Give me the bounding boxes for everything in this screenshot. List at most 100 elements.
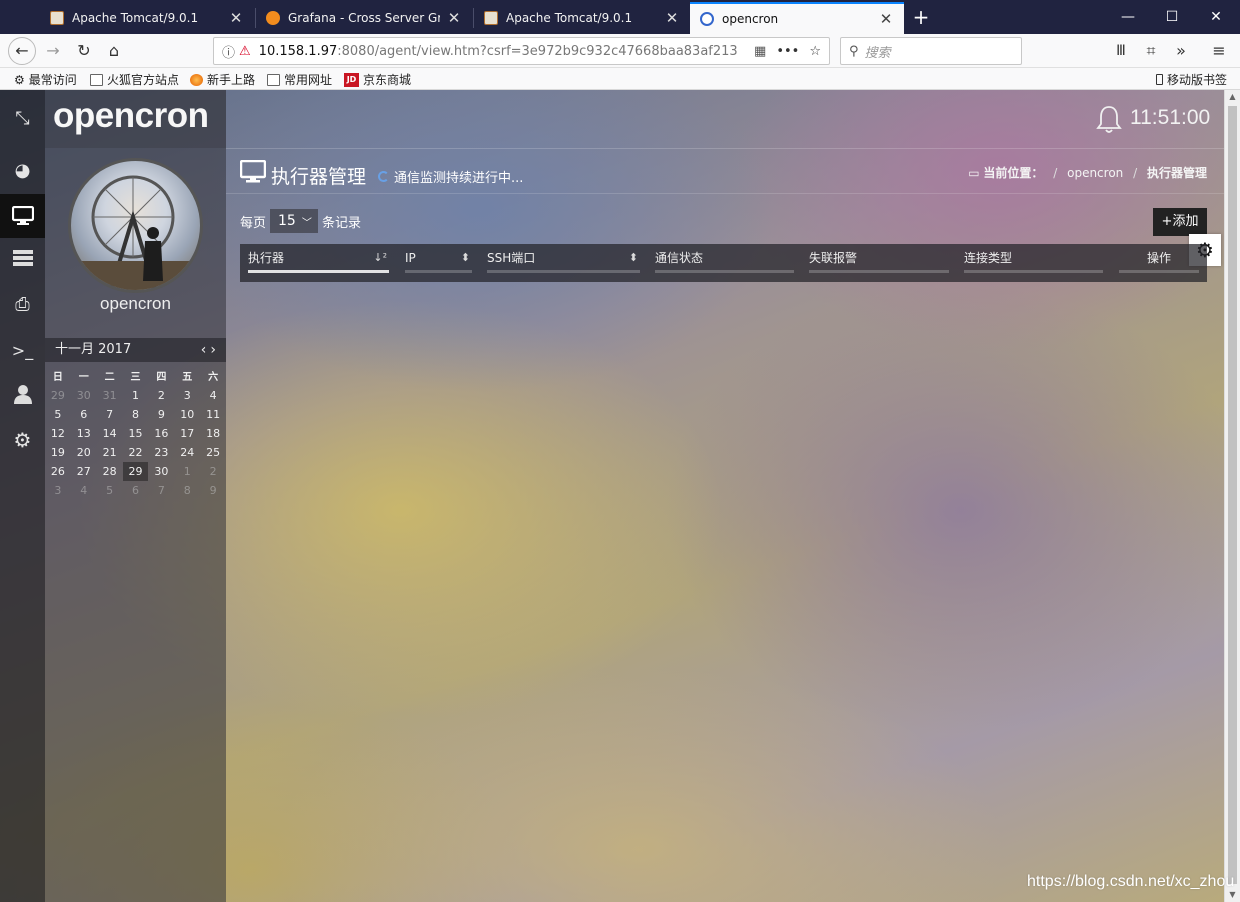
new-tab-icon[interactable]: + bbox=[908, 4, 934, 30]
bookmark-most-visited[interactable]: ⚙ 最常访问 bbox=[14, 71, 77, 88]
calendar-day-today[interactable]: 29 bbox=[122, 462, 149, 481]
screenshot-icon[interactable]: ⌗ bbox=[1138, 38, 1164, 64]
browser-tab-grafana[interactable]: Grafana - Cross Server Graph ✕ bbox=[256, 2, 472, 34]
column-lost-alarm[interactable]: 失联报警 bbox=[809, 249, 949, 273]
minimize-icon[interactable]: — bbox=[1106, 0, 1150, 34]
settings-icon[interactable]: ⚙ bbox=[0, 418, 45, 462]
close-tab-icon[interactable]: ✕ bbox=[228, 9, 244, 27]
maximize-icon[interactable]: ☐ bbox=[1150, 0, 1194, 34]
calendar-day[interactable]: 3 bbox=[174, 386, 200, 405]
calendar-day[interactable]: 8 bbox=[174, 481, 200, 500]
close-window-icon[interactable]: ✕ bbox=[1194, 0, 1238, 34]
column-ssh-port[interactable]: SSH端口 ⬍ bbox=[487, 249, 640, 273]
column-comm-status[interactable]: 通信状态 bbox=[655, 249, 794, 273]
calendar-day[interactable]: 3 bbox=[45, 481, 71, 500]
server-icon[interactable] bbox=[0, 236, 45, 280]
calendar-day[interactable]: 24 bbox=[174, 443, 200, 462]
library-icon[interactable]: Ⅲ bbox=[1108, 38, 1134, 64]
page-scrollbar[interactable]: ▲ ▼ bbox=[1224, 90, 1240, 902]
calendar-day[interactable]: 25 bbox=[200, 443, 226, 462]
calendar-day[interactable]: 1 bbox=[174, 462, 200, 481]
user-icon[interactable] bbox=[0, 372, 45, 416]
browser-tab-opencron[interactable]: opencron ✕ bbox=[690, 2, 904, 34]
bookmark-firefox-site[interactable]: 火狐官方站点 bbox=[90, 71, 179, 88]
calendar-day[interactable]: 6 bbox=[123, 481, 149, 500]
bookmark-jd[interactable]: JD 京东商城 bbox=[344, 71, 411, 88]
calendar-day[interactable]: 4 bbox=[200, 386, 226, 405]
hamburger-menu-icon[interactable]: ≡ bbox=[1206, 38, 1232, 64]
calendar-day[interactable]: 2 bbox=[148, 386, 174, 405]
column-agent[interactable]: 执行器 ↓² bbox=[248, 249, 389, 273]
reload-icon[interactable]: ↻ bbox=[71, 38, 97, 64]
browser-tab-tomcat-1[interactable]: Apache Tomcat/9.0.1 ✕ bbox=[40, 2, 254, 34]
calendar-day[interactable]: 16 bbox=[148, 424, 174, 443]
scroll-up-icon[interactable]: ▲ bbox=[1225, 90, 1240, 104]
calendar-day[interactable]: 22 bbox=[123, 443, 149, 462]
calendar-day[interactable]: 15 bbox=[123, 424, 149, 443]
calendar-day[interactable]: 28 bbox=[97, 462, 123, 481]
calendar-day[interactable]: 27 bbox=[71, 462, 97, 481]
calendar-day[interactable]: 10 bbox=[174, 405, 200, 424]
dashboard-icon[interactable]: ◕ bbox=[0, 148, 45, 192]
calendar-day[interactable]: 9 bbox=[148, 405, 174, 424]
calendar-day[interactable]: 31 bbox=[97, 386, 123, 405]
overflow-menu-icon[interactable]: » bbox=[1168, 38, 1194, 64]
forward-icon[interactable]: → bbox=[40, 38, 66, 64]
collapse-icon[interactable]: ⤡ bbox=[0, 96, 45, 140]
add-agent-button[interactable]: +添加 bbox=[1153, 208, 1207, 236]
page-actions-icon[interactable]: ••• bbox=[776, 44, 799, 59]
calendar-day[interactable]: 17 bbox=[174, 424, 200, 443]
calendar-day[interactable]: 5 bbox=[97, 481, 123, 500]
calendar-day[interactable]: 12 bbox=[45, 424, 71, 443]
monitor-icon[interactable] bbox=[0, 194, 45, 238]
browser-tab-tomcat-2[interactable]: Apache Tomcat/9.0.1 ✕ bbox=[474, 2, 690, 34]
bookmark-mobile[interactable]: 移动版书签 bbox=[1156, 71, 1227, 88]
printer-icon[interactable]: ⎙ bbox=[0, 282, 45, 326]
bookmark-getting-started[interactable]: 新手上路 bbox=[190, 71, 255, 88]
calendar-day[interactable]: 29 bbox=[45, 386, 71, 405]
close-tab-icon[interactable]: ✕ bbox=[664, 9, 680, 27]
info-icon[interactable]: ⓘ bbox=[222, 42, 235, 61]
calendar-day[interactable]: 18 bbox=[200, 424, 226, 443]
calendar-day[interactable]: 4 bbox=[71, 481, 97, 500]
calendar-day[interactable]: 14 bbox=[97, 424, 123, 443]
calendar-day[interactable]: 1 bbox=[123, 386, 149, 405]
bell-icon[interactable] bbox=[1096, 104, 1122, 134]
calendar-day[interactable]: 6 bbox=[71, 405, 97, 424]
back-icon[interactable]: ← bbox=[8, 37, 36, 65]
page-size-select[interactable]: 15 ﹀ bbox=[270, 209, 319, 233]
calendar-day[interactable]: 30 bbox=[71, 386, 97, 405]
calendar-day[interactable]: 2 bbox=[200, 462, 226, 481]
calendar-day[interactable]: 8 bbox=[123, 405, 149, 424]
calendar-day[interactable]: 7 bbox=[148, 481, 174, 500]
app-logo[interactable]: opencron bbox=[53, 96, 209, 136]
chevron-left-icon[interactable]: ‹ bbox=[201, 342, 211, 358]
close-tab-icon[interactable]: ✕ bbox=[446, 9, 462, 27]
bookmark-common-sites[interactable]: 常用网址 bbox=[267, 71, 332, 88]
calendar-day[interactable]: 20 bbox=[71, 443, 97, 462]
breadcrumb-home[interactable]: opencron bbox=[1067, 166, 1123, 180]
calendar-day[interactable]: 13 bbox=[71, 424, 97, 443]
search-input[interactable]: ⚲ 搜索 bbox=[840, 37, 1022, 65]
terminal-icon[interactable]: >_ bbox=[0, 328, 45, 372]
column-ip[interactable]: IP ⬍ bbox=[405, 249, 472, 273]
calendar-day[interactable]: 30 bbox=[148, 462, 174, 481]
calendar-day[interactable]: 19 bbox=[45, 443, 71, 462]
calendar-day[interactable]: 23 bbox=[148, 443, 174, 462]
avatar[interactable] bbox=[68, 158, 203, 293]
home-icon[interactable]: ⌂ bbox=[101, 38, 127, 64]
insecure-lock-icon[interactable]: ⚠ bbox=[239, 44, 251, 59]
column-connection-type[interactable]: 连接类型 bbox=[964, 249, 1103, 273]
scrollbar-thumb[interactable] bbox=[1228, 106, 1237, 884]
calendar-day[interactable]: 5 bbox=[45, 405, 71, 424]
url-bar[interactable]: ⓘ ⚠ 10.158.1.97 :8080/agent/view.htm?csr… bbox=[213, 37, 830, 65]
close-tab-icon[interactable]: ✕ bbox=[878, 10, 894, 28]
calendar-day[interactable]: 9 bbox=[200, 481, 226, 500]
bookmark-star-icon[interactable]: ☆ bbox=[809, 44, 821, 59]
calendar-day[interactable]: 11 bbox=[200, 405, 226, 424]
calendar-day[interactable]: 21 bbox=[97, 443, 123, 462]
qr-code-icon[interactable]: ▦ bbox=[754, 44, 766, 59]
chevron-right-icon[interactable]: › bbox=[210, 342, 220, 358]
calendar-day[interactable]: 26 bbox=[45, 462, 71, 481]
calendar-day[interactable]: 7 bbox=[97, 405, 123, 424]
